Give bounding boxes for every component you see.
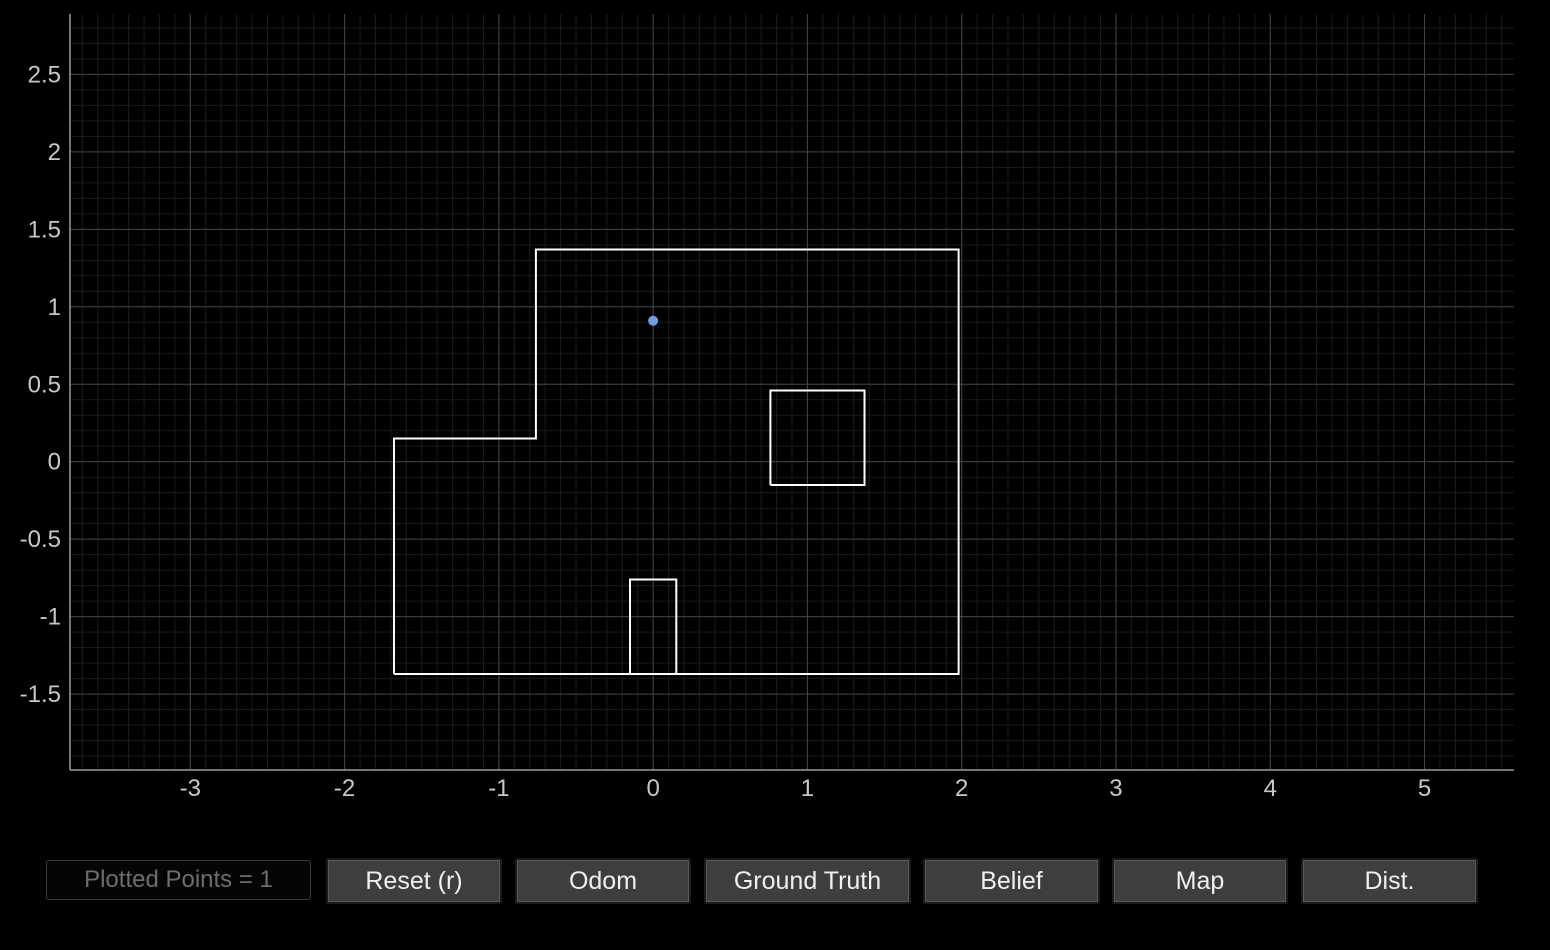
x-tick-label: -1 bbox=[488, 775, 509, 802]
map-button[interactable]: Map bbox=[1112, 858, 1288, 904]
y-tick-label: 1.5 bbox=[28, 216, 61, 243]
x-axis-ticks: -3 -2 -1 0 1 2 3 4 5 bbox=[180, 775, 1432, 802]
x-tick-label: 3 bbox=[1109, 775, 1122, 802]
y-tick-label: 2 bbox=[48, 139, 61, 166]
plotted-points-status: Plotted Points = 1 bbox=[46, 860, 311, 900]
x-tick-label: 1 bbox=[801, 775, 814, 802]
y-axis-ticks: 2.5 2 1.5 1 0.5 0 -0.5 -1 -1.5 bbox=[20, 61, 61, 708]
x-tick-label: 0 bbox=[646, 775, 659, 802]
y-tick-label: -1.5 bbox=[20, 681, 61, 708]
y-tick-label: -0.5 bbox=[20, 526, 61, 553]
map-wall-line bbox=[769, 389, 866, 486]
points-layer bbox=[648, 315, 659, 326]
y-tick-label: 2.5 bbox=[28, 61, 61, 88]
y-tick-label: 1 bbox=[48, 294, 61, 321]
reset-button[interactable]: Reset (r) bbox=[326, 858, 502, 904]
x-tick-label: 2 bbox=[955, 775, 968, 802]
y-tick-label: 0 bbox=[48, 449, 61, 476]
plotted-point bbox=[648, 315, 659, 326]
plot-area[interactable]: -3 -2 -1 0 1 2 3 4 5 2.5 2 1.5 1 0.5 0 -0.5 -1 -1.5 bbox=[0, 0, 1550, 840]
y-tick-label: 0.5 bbox=[28, 371, 61, 398]
minor-grid bbox=[70, 14, 1514, 770]
ground-truth-button[interactable]: Ground Truth bbox=[704, 858, 911, 904]
x-tick-label: -3 bbox=[180, 775, 201, 802]
odom-button[interactable]: Odom bbox=[515, 858, 691, 904]
dist-button[interactable]: Dist. bbox=[1301, 858, 1478, 904]
x-tick-label: 5 bbox=[1418, 775, 1431, 802]
x-tick-label: 4 bbox=[1264, 775, 1277, 802]
x-tick-label: -2 bbox=[334, 775, 355, 802]
y-tick-label: -1 bbox=[40, 604, 61, 631]
belief-button[interactable]: Belief bbox=[923, 858, 1100, 904]
